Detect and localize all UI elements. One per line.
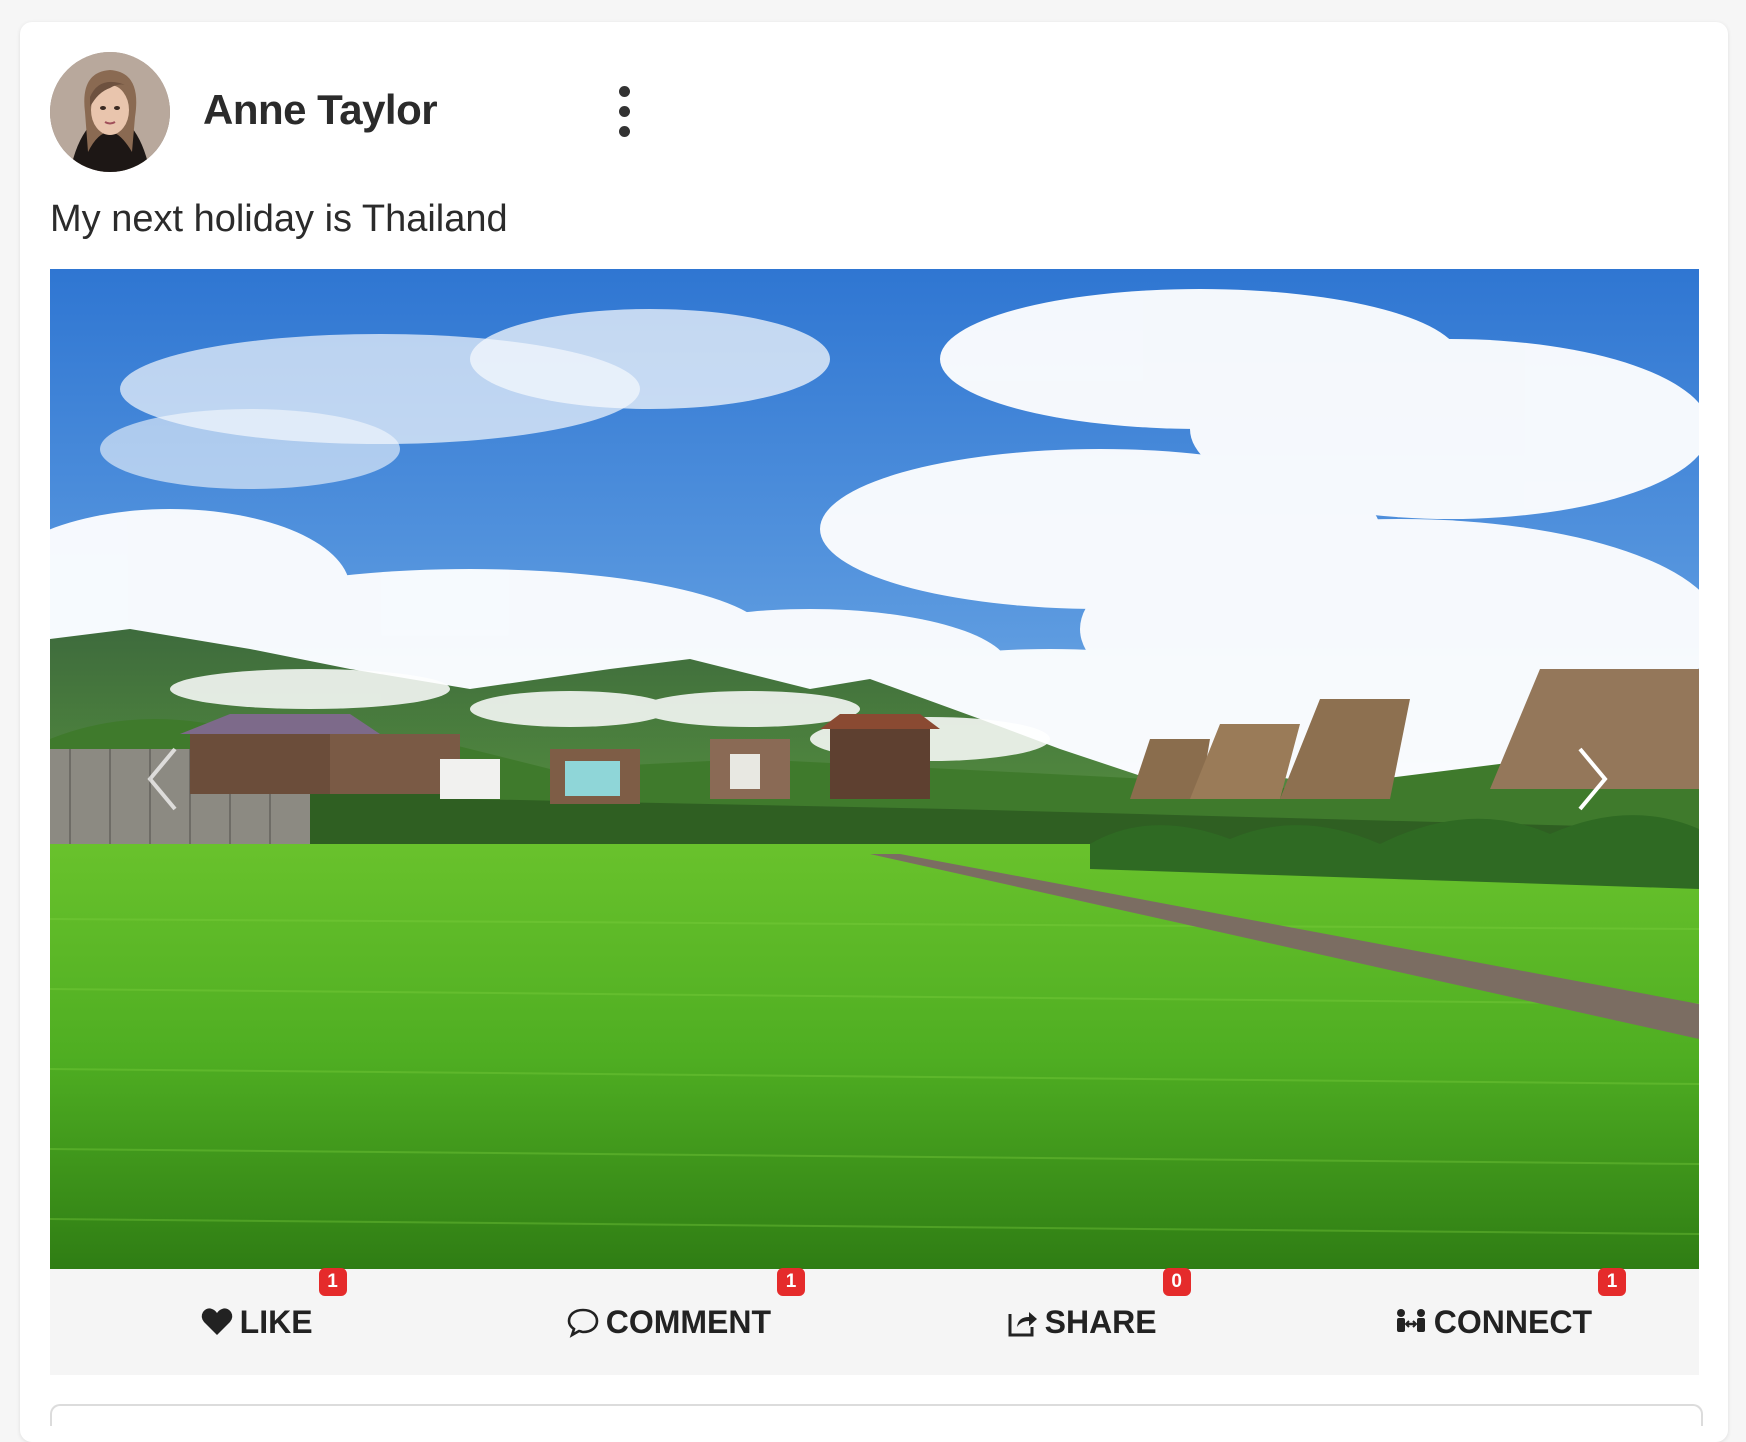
post-header: Anne Taylor bbox=[50, 52, 650, 172]
connect-count-badge: 1 bbox=[1597, 1267, 1626, 1296]
share-label: SHARE bbox=[1044, 1303, 1157, 1340]
next-section-edge bbox=[50, 1404, 1703, 1426]
carousel-prev-icon[interactable] bbox=[135, 734, 195, 824]
heart-icon bbox=[200, 1305, 234, 1339]
carousel-next-icon[interactable] bbox=[1560, 734, 1620, 824]
post-actions-bar: LIKE 1 COMMENT 1 SHARE 0 CONNECT 1 bbox=[50, 1267, 1699, 1375]
share-button[interactable]: SHARE 0 bbox=[875, 1267, 1287, 1375]
like-button[interactable]: LIKE 1 bbox=[50, 1267, 462, 1375]
like-count-badge: 1 bbox=[318, 1267, 347, 1296]
share-icon bbox=[1005, 1305, 1039, 1339]
like-label: LIKE bbox=[239, 1303, 313, 1340]
share-count-badge: 0 bbox=[1162, 1267, 1191, 1296]
comment-label: COMMENT bbox=[605, 1303, 772, 1340]
avatar[interactable] bbox=[50, 52, 170, 172]
connect-icon bbox=[1394, 1305, 1428, 1339]
post-card: Anne Taylor My next holiday is Thailand bbox=[20, 22, 1728, 1442]
comment-count-badge: 1 bbox=[777, 1267, 806, 1296]
comment-button[interactable]: COMMENT 1 bbox=[462, 1267, 874, 1375]
connect-label: CONNECT bbox=[1433, 1303, 1592, 1340]
author-name[interactable]: Anne Taylor bbox=[203, 86, 438, 134]
post-image bbox=[50, 269, 1699, 1269]
more-options-icon[interactable] bbox=[612, 82, 636, 142]
post-caption: My next holiday is Thailand bbox=[50, 198, 508, 240]
comment-icon bbox=[566, 1305, 600, 1339]
connect-button[interactable]: CONNECT 1 bbox=[1287, 1267, 1699, 1375]
